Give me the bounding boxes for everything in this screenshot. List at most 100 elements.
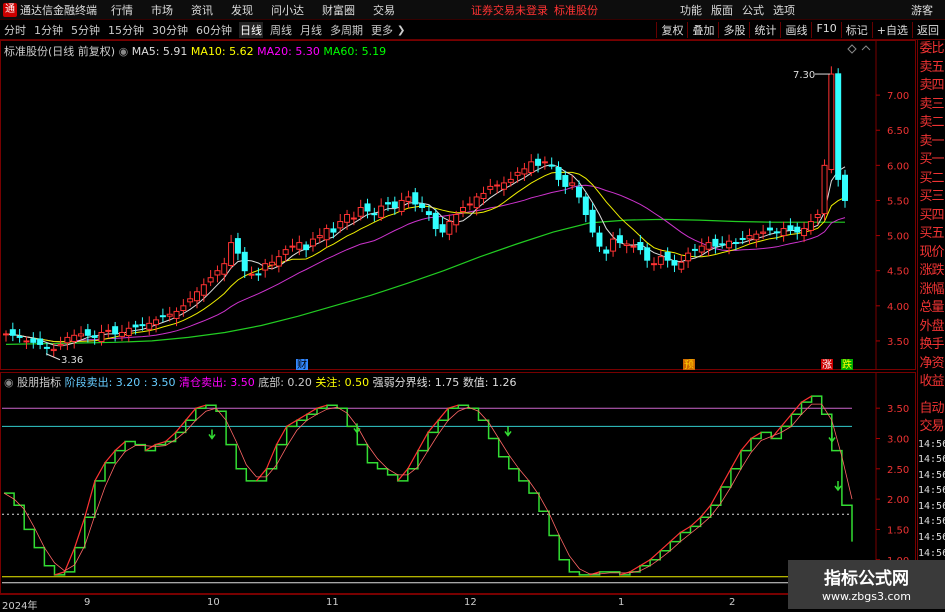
price-label-1: 6.50 xyxy=(887,126,909,137)
price-chart-panel[interactable]: 7.00 6.50 6.00 5.50 5.00 4.50 4.00 3.50 7.30 3.36… xyxy=(0,40,916,371)
candle-body xyxy=(651,263,658,266)
candle-body xyxy=(835,73,842,180)
tool-huaxian[interactable]: 画线 xyxy=(780,22,811,38)
menu-caifuquan[interactable]: 财富圈 xyxy=(322,2,355,18)
candle-body xyxy=(214,270,221,276)
period-weekly[interactable]: 周线 xyxy=(269,22,293,38)
tool-fuquan[interactable]: 复权 xyxy=(656,22,687,38)
sidebar-trade-0[interactable]: 自动 xyxy=(918,400,945,419)
candle-body xyxy=(596,232,603,247)
candle-body xyxy=(541,161,548,164)
candle-body xyxy=(57,343,64,347)
menu-gongshi[interactable]: 公式 xyxy=(742,2,764,18)
tick-time-6: 14:56 xyxy=(918,532,945,544)
candle-body xyxy=(610,238,617,252)
tool-biaoji[interactable]: 标记 xyxy=(840,22,872,38)
candle-body xyxy=(289,245,296,248)
sidebar-item-2[interactable]: 卖四 xyxy=(918,77,945,96)
period-1min[interactable]: 1分钟 xyxy=(33,22,64,38)
sidebar-item-0[interactable]: 委比 xyxy=(918,40,945,59)
candle-body xyxy=(371,213,378,216)
indicator-toggle-icon[interactable]: ◉ xyxy=(4,376,14,389)
candle-body xyxy=(43,346,50,349)
menu-xuanxiang[interactable]: 选项 xyxy=(773,2,795,18)
sidebar-item-9[interactable]: 买四 xyxy=(918,207,945,226)
candle-body xyxy=(616,235,623,244)
candle-body xyxy=(118,332,125,337)
candle-body xyxy=(255,273,262,276)
sidebar-item-1[interactable]: 卖五 xyxy=(918,59,945,78)
price-chart-svg[interactable]: 7.00 6.50 6.00 5.50 5.00 4.50 4.00 3.50 7.30 3.36… xyxy=(0,40,916,371)
candle-body xyxy=(726,240,733,249)
menu-banmian[interactable]: 版面 xyxy=(711,2,733,18)
period-60min[interactable]: 60分钟 xyxy=(195,22,233,38)
period-monthly[interactable]: 月线 xyxy=(299,22,323,38)
candle-body xyxy=(309,238,316,247)
candle-body xyxy=(269,261,276,266)
candle-body xyxy=(644,247,651,261)
sidebar-item-17[interactable]: 净资 xyxy=(918,355,945,374)
candle-body xyxy=(159,315,166,318)
candle-body xyxy=(316,235,323,239)
candle-body xyxy=(166,313,173,317)
indicator-chart-panel[interactable]: 3.503.002.502.001.501.00 ◉ 股朋指标 阶段卖出: 3.… xyxy=(0,372,916,594)
candle-body xyxy=(50,348,57,352)
tool-zixuan[interactable]: +自选 xyxy=(871,22,912,38)
candle-body xyxy=(187,298,194,303)
menu-faxian[interactable]: 发现 xyxy=(231,2,253,18)
period-fenshi[interactable]: 分时 xyxy=(3,22,27,38)
sidebar-item-11[interactable]: 现价 xyxy=(918,244,945,263)
login-notice[interactable]: 证券交易未登录 xyxy=(471,2,548,18)
candle-body xyxy=(3,333,9,336)
sidebar-item-16[interactable]: 换手 xyxy=(918,336,945,355)
candle-body xyxy=(446,221,453,235)
candle-body xyxy=(780,228,787,237)
menu-wenxiaoda[interactable]: 问小达 xyxy=(271,2,304,18)
menu-jiaoyi[interactable]: 交易 xyxy=(373,2,395,18)
period-multi[interactable]: 多周期 xyxy=(329,22,364,38)
tool-duogu[interactable]: 多股 xyxy=(718,22,749,38)
period-15min[interactable]: 15分钟 xyxy=(107,22,145,38)
sidebar-item-3[interactable]: 卖三 xyxy=(918,96,945,115)
indicator-chart-svg[interactable]: 3.503.002.502.001.501.00 xyxy=(0,372,916,594)
menu-hangqing[interactable]: 行情 xyxy=(111,2,133,18)
menu-gongneng[interactable]: 功能 xyxy=(680,2,702,18)
menu-zixun[interactable]: 资讯 xyxy=(191,2,213,18)
tool-fanhui[interactable]: 返回 xyxy=(912,22,943,38)
sidebar-item-10[interactable]: 买五 xyxy=(918,225,945,244)
candle-body xyxy=(719,243,726,246)
period-30min[interactable]: 30分钟 xyxy=(151,22,189,38)
sidebar-item-4[interactable]: 卖二 xyxy=(918,114,945,133)
candle-body xyxy=(712,238,719,247)
period-more[interactable]: 更多 xyxy=(370,22,394,38)
strength-line-label: 强弱分界线: 1.75 xyxy=(372,376,460,389)
period-5min[interactable]: 5分钟 xyxy=(70,22,101,38)
guest-button[interactable]: 游客 xyxy=(911,2,933,18)
price-bg xyxy=(0,40,916,370)
bottom-label: 底部: 0.20 xyxy=(258,376,312,389)
candle-body xyxy=(78,333,85,337)
sidebar-item-8[interactable]: 买三 xyxy=(918,188,945,207)
tool-tongji[interactable]: 统计 xyxy=(749,22,780,38)
period-daily[interactable]: 日线 xyxy=(239,22,263,38)
sidebar-trade-1[interactable]: 交易 xyxy=(918,418,945,437)
tool-diejia[interactable]: 叠加 xyxy=(687,22,718,38)
sidebar-item-6[interactable]: 买一 xyxy=(918,151,945,170)
sidebar-item-7[interactable]: 买二 xyxy=(918,170,945,189)
candle-body xyxy=(200,284,207,296)
candle-body xyxy=(664,251,671,261)
sidebar-item-13[interactable]: 涨幅 xyxy=(918,281,945,300)
sidebar-item-15[interactable]: 外盘 xyxy=(918,318,945,337)
candle-body xyxy=(228,242,235,267)
chevron-right-icon[interactable]: ❯ xyxy=(397,25,405,36)
tick-time-5: 14:56 xyxy=(918,516,945,528)
candle-body xyxy=(112,326,119,335)
tool-f10[interactable]: F10 xyxy=(811,22,840,38)
sidebar-item-18[interactable]: 收益 xyxy=(918,373,945,392)
menu-shichang[interactable]: 市场 xyxy=(151,2,173,18)
legend-toggle-icon[interactable]: ◉ xyxy=(119,45,129,58)
sidebar-item-14[interactable]: 总量 xyxy=(918,299,945,318)
sidebar-item-12[interactable]: 涨跌 xyxy=(918,262,945,281)
sidebar-item-5[interactable]: 卖一 xyxy=(918,133,945,152)
candle-body xyxy=(398,199,405,212)
